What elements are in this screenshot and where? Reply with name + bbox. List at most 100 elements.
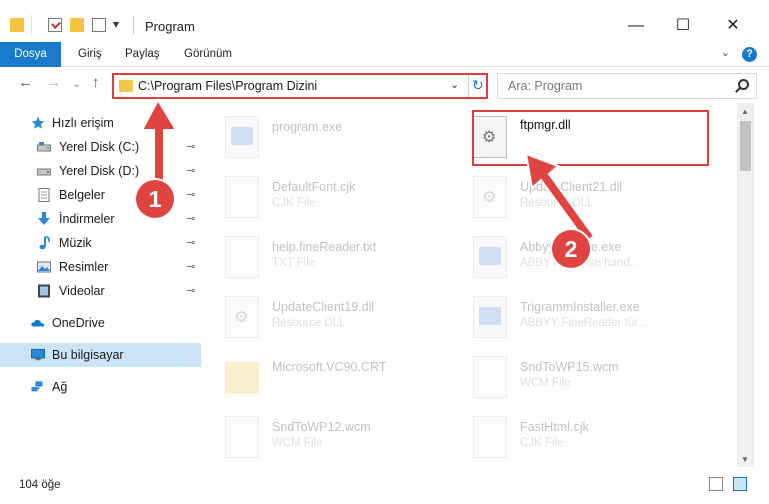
file-tile[interactable]: TrigrammInstaller.exe ABBYY FineReader t… xyxy=(449,288,699,340)
help-button[interactable]: ? xyxy=(742,47,757,62)
minimize-button[interactable]: — xyxy=(614,12,658,40)
document-icon xyxy=(38,188,50,202)
sidebar-item-videos[interactable]: Videolar ⊸ xyxy=(0,279,201,303)
dll-file-icon xyxy=(225,296,259,338)
sidebar-item-label: Müzik xyxy=(59,236,92,250)
pin-icon[interactable]: ⊸ xyxy=(186,236,195,249)
item-count: 104 öğe xyxy=(19,479,61,491)
file-tile[interactable]: FastHtml.cjk CJK File xyxy=(449,408,699,460)
refresh-icon[interactable]: ↻ xyxy=(472,77,484,94)
title-bar: ▾ Program — ☐ ✕ xyxy=(0,0,769,42)
pin-icon[interactable]: ⊸ xyxy=(186,284,195,297)
maximize-button[interactable]: ☐ xyxy=(661,12,705,40)
details-view-icon[interactable] xyxy=(709,477,723,491)
file-tile[interactable]: Microsoft.VC90.CRT xyxy=(201,348,451,400)
search-box[interactable]: Ara: Program xyxy=(497,73,757,99)
file-name: help.fineReader.txt xyxy=(272,240,377,254)
file-list: program.exe ftpmgr.dll DefaultFont.cjk C… xyxy=(201,103,737,467)
search-icon[interactable] xyxy=(738,79,749,90)
file-type: ABBYY FineReader tür... xyxy=(520,317,647,329)
file-name: Microsoft.VC90.CRT xyxy=(272,360,387,374)
file-type: CJK File xyxy=(272,197,316,209)
close-button[interactable]: ✕ xyxy=(711,12,755,40)
sidebar-item-label: Videolar xyxy=(59,284,105,298)
file-name: DefaultFont.cjk xyxy=(272,180,356,194)
file-type: TXT File xyxy=(272,257,316,269)
file-name: TrigrammInstaller.exe xyxy=(520,300,640,314)
document-icon xyxy=(473,356,507,398)
file-name: UpdateClient19.dll xyxy=(272,300,375,314)
picture-icon xyxy=(37,261,51,273)
sidebar-item-label: Yerel Disk (C:) xyxy=(59,140,140,154)
qa-dropdown-icon[interactable]: ▾ xyxy=(113,17,119,31)
sidebar-item-downloads[interactable]: İndirmeler ⊸ xyxy=(0,207,201,231)
file-tile[interactable]: help.fineReader.txt TXT File xyxy=(201,228,451,280)
title-divider xyxy=(133,16,134,34)
network-icon xyxy=(31,381,43,392)
star-icon xyxy=(31,116,45,129)
dll-file-icon xyxy=(473,176,507,218)
back-button[interactable]: ← xyxy=(18,74,33,91)
application-icon xyxy=(473,296,507,338)
window-title: Program xyxy=(145,19,195,34)
file-tile[interactable]: SndToWP15.wcm WCM File xyxy=(449,348,699,400)
document-icon xyxy=(225,236,259,278)
properties-icon[interactable] xyxy=(48,18,62,32)
file-tile[interactable]: UpdateClient19.dll Resource DLL xyxy=(201,288,451,340)
forward-button[interactable]: → xyxy=(46,74,61,91)
sidebar-item-this-pc[interactable]: Bu bilgisayar xyxy=(0,343,201,367)
ribbon: Dosya Giriş Paylaş Görünüm ⌄ ? xyxy=(0,42,769,67)
scroll-up-icon[interactable]: ▲ xyxy=(741,107,749,116)
file-tile[interactable]: program.exe xyxy=(201,108,451,160)
document-icon xyxy=(473,416,507,458)
sidebar-item-label: Belgeler xyxy=(59,188,105,202)
file-type: WCM File xyxy=(520,377,571,389)
sidebar-item-pictures[interactable]: Resimler ⊸ xyxy=(0,255,201,279)
tab-home[interactable]: Giriş xyxy=(72,42,108,67)
download-icon xyxy=(38,212,50,225)
sidebar-item-label: Bu bilgisayar xyxy=(52,348,124,362)
file-tile[interactable]: DefaultFont.cjk CJK File xyxy=(201,168,451,220)
search-input[interactable]: Ara: Program xyxy=(508,79,582,93)
cloud-icon xyxy=(31,319,45,327)
vertical-scrollbar[interactable]: ▲ ▼ xyxy=(737,103,754,467)
new-folder-icon[interactable] xyxy=(70,18,84,32)
sidebar-item-music[interactable]: Müzik ⊸ xyxy=(0,231,201,255)
sidebar-item-label: Hızlı erişim xyxy=(52,116,114,130)
folder-icon xyxy=(10,18,24,32)
music-icon xyxy=(39,236,50,250)
sidebar-item-network[interactable]: Ağ xyxy=(0,375,201,399)
up-button[interactable]: ↑ xyxy=(92,74,100,91)
file-type: Resource DLL xyxy=(272,317,346,329)
tab-view[interactable]: Görünüm xyxy=(178,42,238,67)
pin-icon[interactable]: ⊸ xyxy=(186,260,195,273)
customize-qa-icon[interactable] xyxy=(92,18,106,32)
step-badge-2: 2 xyxy=(552,230,590,268)
status-bar: 104 öğe xyxy=(0,467,769,504)
sidebar-item-onedrive[interactable]: OneDrive xyxy=(0,311,201,335)
video-icon xyxy=(38,284,50,298)
scroll-down-icon[interactable]: ▼ xyxy=(741,455,749,464)
address-dropdown-icon[interactable]: ⌄ xyxy=(450,78,459,91)
file-name: SndToWP12.wcm xyxy=(272,420,371,434)
folder-icon xyxy=(119,80,133,92)
scrollbar-thumb[interactable] xyxy=(740,121,751,171)
drive-icon xyxy=(37,168,51,176)
drive-icon xyxy=(37,142,51,152)
application-icon xyxy=(225,116,259,158)
recent-locations-icon[interactable]: ⌄ xyxy=(72,77,81,90)
ribbon-expand-icon[interactable]: ⌄ xyxy=(721,46,730,59)
tab-share[interactable]: Paylaş xyxy=(119,42,166,67)
pin-icon[interactable]: ⊸ xyxy=(186,212,195,225)
navigation-bar: ← → ⌄ ↑ C:\Program Files\Program Dizini … xyxy=(0,67,769,103)
folder-icon xyxy=(225,362,259,394)
file-name: program.exe xyxy=(272,120,343,134)
step-badge-1: 1 xyxy=(136,180,174,218)
document-icon xyxy=(225,416,259,458)
file-name: FastHtml.cjk xyxy=(520,420,589,434)
sidebar-item-label: Resimler xyxy=(59,260,109,274)
file-tile[interactable]: SndToWP12.wcm WCM File xyxy=(201,408,451,460)
address-path[interactable]: C:\Program Files\Program Dizini xyxy=(138,79,317,93)
large-icons-view-icon[interactable] xyxy=(733,477,747,491)
tab-file[interactable]: Dosya xyxy=(0,42,61,67)
